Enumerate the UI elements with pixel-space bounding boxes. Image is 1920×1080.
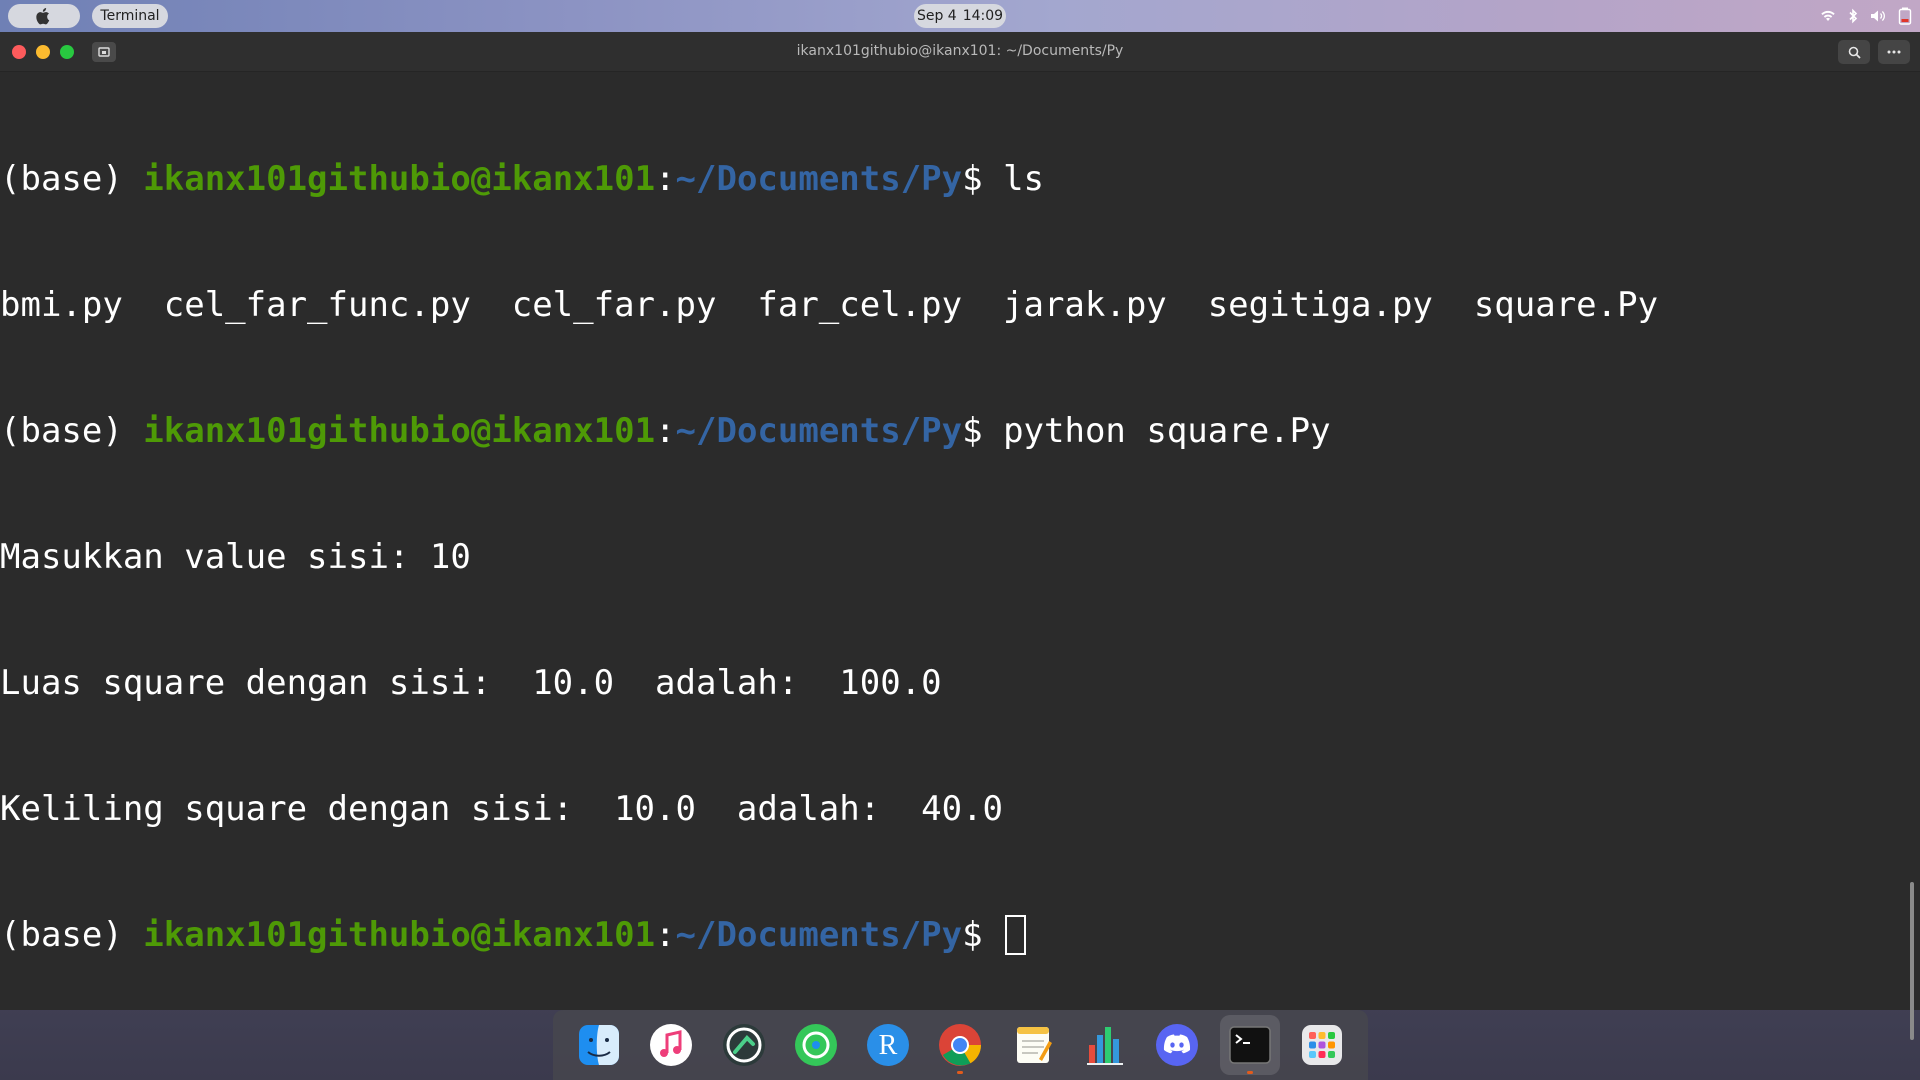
system-tray[interactable] (1820, 6, 1912, 26)
running-indicator (957, 1071, 964, 1074)
more-icon (1887, 50, 1901, 54)
dock-item-r[interactable]: R (858, 1015, 918, 1075)
path-separator: : (655, 411, 676, 451)
bluetooth-icon[interactable] (1848, 8, 1858, 24)
stats-icon (1086, 1027, 1123, 1065)
text-cursor (1005, 915, 1027, 955)
output-line: Keliling square dengan sisi: 10.0 adalah… (0, 789, 1004, 829)
dock: R (553, 1010, 1368, 1080)
terminal-icon (1228, 1026, 1271, 1064)
dock-item-activity[interactable] (714, 1015, 774, 1075)
r-icon: R (867, 1024, 910, 1066)
path-separator: : (655, 159, 676, 199)
dock-item-terminal[interactable] (1219, 1015, 1280, 1075)
apple-menu-button[interactable] (8, 4, 80, 28)
r-letter: R (879, 1030, 898, 1061)
prompt-symbol: $ (962, 159, 1004, 199)
current-path: ~/Documents/Py (675, 159, 963, 199)
finder-icon (579, 1025, 620, 1065)
output-line: Luas square dengan sisi: 10.0 adalah: 10… (0, 663, 942, 703)
dock-item-music[interactable] (641, 1015, 701, 1075)
dock-item-stats[interactable] (1075, 1015, 1135, 1075)
notes-icon (1016, 1027, 1052, 1063)
running-indicator (1246, 1071, 1253, 1074)
top-bar: Terminal Sep 4 14:09 (0, 0, 1920, 32)
battery-icon[interactable] (1898, 7, 1912, 25)
terminal-output[interactable]: (base) ikanx101githubio@ikanx101:~/Docum… (0, 72, 1908, 1010)
dock-item-chrome[interactable] (930, 1015, 990, 1075)
menu-button[interactable] (1878, 40, 1910, 64)
terminal-window: ikanx101githubio@ikanx101: ~/Documents/P… (0, 32, 1920, 1040)
chrome-icon (939, 1024, 982, 1066)
dock-item-discord[interactable] (1147, 1015, 1207, 1075)
command-text: ls (1003, 159, 1045, 199)
search-button[interactable] (1838, 40, 1870, 64)
current-path: ~/Documents/Py (675, 411, 963, 451)
path-separator: : (655, 915, 676, 955)
current-path: ~/Documents/Py (675, 915, 963, 955)
music-icon (650, 1024, 693, 1066)
user-host: ikanx101githubio@ikanx101 (143, 159, 656, 199)
active-prompt-line[interactable]: (base) ikanx101githubio@ikanx101:~/Docum… (0, 914, 1908, 956)
prompt-symbol: $ (962, 411, 1004, 451)
activity-icon (722, 1024, 765, 1066)
dock-item-finder[interactable] (569, 1015, 629, 1075)
window-title: ikanx101githubio@ikanx101: ~/Documents/P… (796, 43, 1124, 59)
prompt-symbol: $ (962, 915, 1004, 955)
time-label: 14:09 (962, 8, 1004, 24)
launchpad-icon (1301, 1025, 1342, 1065)
prompt-line: (base) ikanx101githubio@ikanx101:~/Docum… (0, 158, 1908, 200)
window-titlebar[interactable]: ikanx101githubio@ikanx101: ~/Documents/P… (0, 32, 1920, 72)
find-my-icon (794, 1024, 837, 1066)
active-app-menu[interactable]: Terminal (92, 4, 168, 28)
clock[interactable]: Sep 4 14:09 (914, 4, 1006, 28)
search-icon (1848, 46, 1861, 59)
ls-output-line: bmi.py cel_far_func.py cel_far.py far_ce… (0, 285, 1659, 325)
date-label: Sep 4 (916, 8, 957, 24)
conda-env: (base) (0, 915, 144, 955)
conda-env: (base) (0, 411, 144, 451)
wifi-icon[interactable] (1820, 9, 1836, 23)
discord-icon (1156, 1024, 1199, 1066)
output-line: Masukkan value sisi: 10 (0, 537, 471, 577)
user-host: ikanx101githubio@ikanx101 (143, 915, 656, 955)
user-host: ikanx101githubio@ikanx101 (143, 411, 656, 451)
dock-item-find-my[interactable] (786, 1015, 846, 1075)
prompt-line: (base) ikanx101githubio@ikanx101:~/Docum… (0, 410, 1908, 452)
dock-item-launchpad[interactable] (1292, 1015, 1352, 1075)
apple-icon (36, 8, 50, 25)
dock-item-notes[interactable] (1003, 1015, 1063, 1075)
scrollbar[interactable] (1910, 882, 1914, 1040)
command-text: python square.Py (1003, 411, 1331, 451)
conda-env: (base) (0, 159, 144, 199)
volume-icon[interactable] (1870, 9, 1886, 23)
